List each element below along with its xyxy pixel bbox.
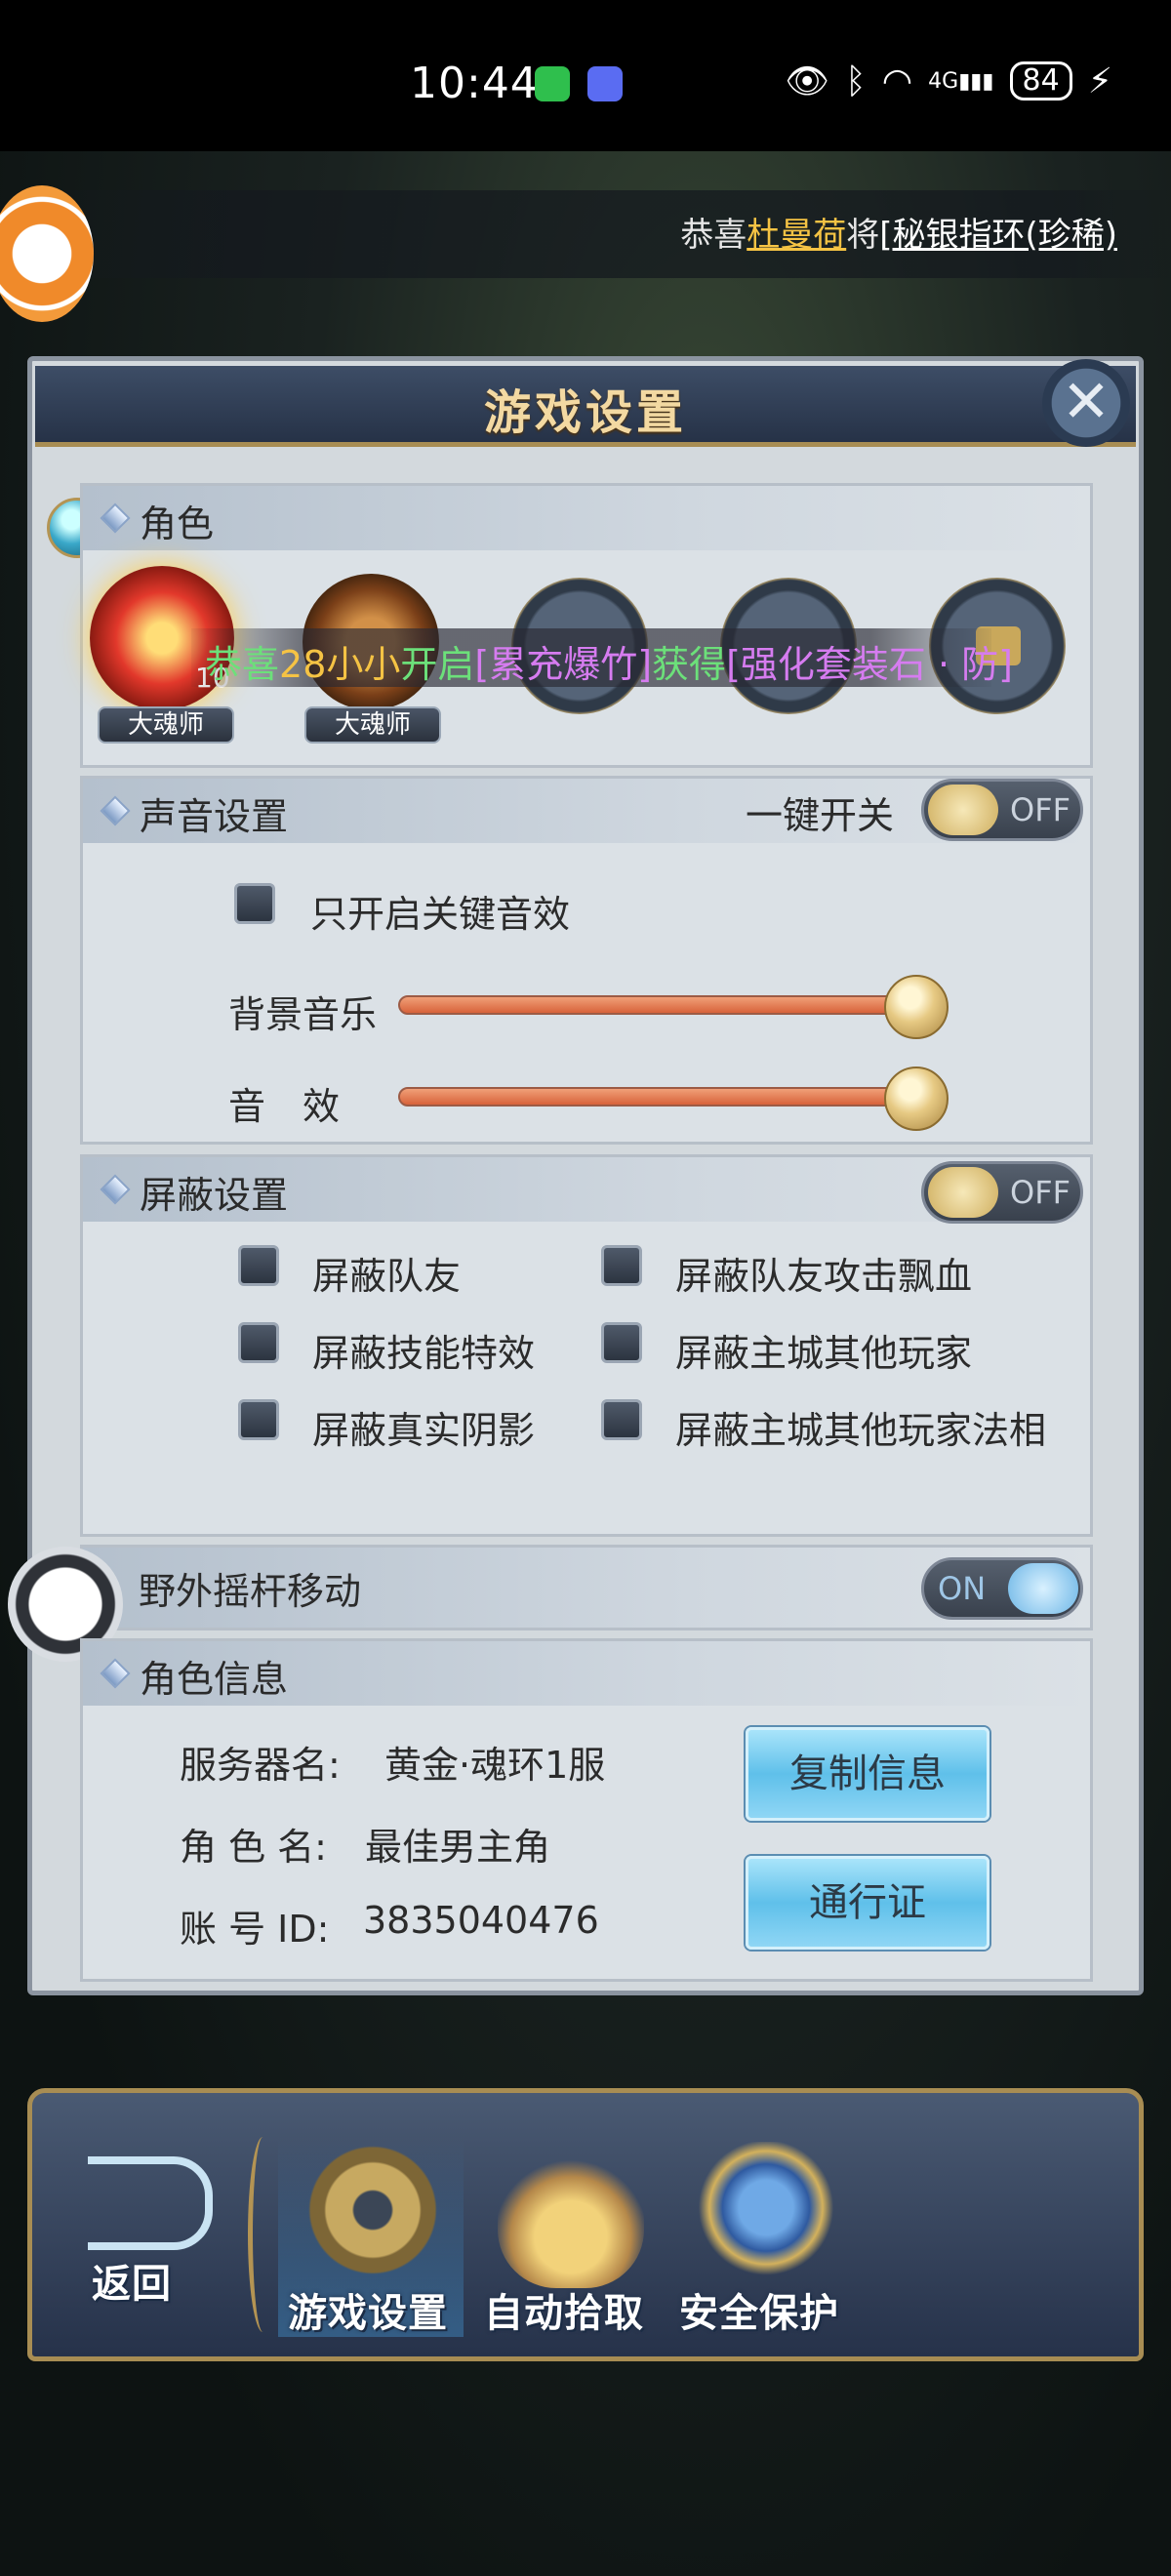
tab-label: 自动拾取 <box>484 2291 644 2336</box>
broadcast-item[interactable]: [强化套装石 · 防] <box>726 643 1013 686</box>
music-icon <box>587 66 623 101</box>
broadcast-item[interactable]: [累充爆竹] <box>474 643 652 686</box>
account-id-value: 3835040476 <box>363 1899 599 1942</box>
key-sound-only-label: 只开启关键音效 <box>310 893 571 936</box>
block-option-checkbox[interactable] <box>238 1322 279 1363</box>
diamond-icon <box>100 503 131 534</box>
block-option-checkbox[interactable] <box>238 1245 279 1286</box>
server-value: 黄金·魂环1服 <box>384 1744 606 1787</box>
broadcast-text: 恭喜 <box>205 643 280 686</box>
battery-indicator: 84 <box>1009 61 1072 101</box>
eye-icon: 👁 <box>785 61 830 101</box>
tab-game-settings[interactable]: 游戏设置 <box>278 2137 464 2337</box>
master-switch-label: 一键开关 <box>746 794 895 837</box>
money-bag-icon <box>498 2142 644 2288</box>
server-label: 服务器名: <box>180 1744 341 1787</box>
bgm-slider-knob[interactable] <box>884 975 949 1039</box>
role-tag: 大魂师 <box>98 706 234 744</box>
tab-auto-pickup[interactable]: 自动拾取 <box>478 2137 664 2337</box>
joystick-toggle[interactable]: ON <box>921 1557 1083 1620</box>
toggle-knob <box>1008 1563 1078 1614</box>
close-button[interactable]: ✕ <box>1042 359 1130 447</box>
tab-label: 游戏设置 <box>288 2291 448 2336</box>
block-option-checkbox[interactable] <box>238 1399 279 1440</box>
broadcast-mid: 将 <box>846 216 880 255</box>
diamond-icon <box>100 1658 131 1689</box>
back-button[interactable]: 返回 <box>59 2137 254 2332</box>
clock: 10:44 <box>410 59 539 108</box>
toggle-state: ON <box>938 1570 987 1607</box>
dialog-title: 游戏设置 <box>483 385 687 440</box>
broadcast-item[interactable]: [秘银指环(珍稀) <box>879 216 1117 255</box>
block-master-toggle[interactable]: OFF <box>921 1161 1083 1224</box>
joystick-label: 野外摇杆移动 <box>139 1570 362 1613</box>
bgm-label: 背景音乐 <box>228 993 378 1036</box>
back-label: 返回 <box>92 2262 172 2307</box>
status-bar: 10:44 👁 ᛒ ◠ 4G▮▮▮ 84 ⚡ <box>0 0 1171 151</box>
copy-info-button[interactable]: 复制信息 <box>746 1727 989 1821</box>
broadcast-player[interactable]: 28小小 <box>279 643 400 686</box>
wifi-icon: ◠ <box>881 60 913 101</box>
wechat-icon <box>535 66 570 101</box>
toggle-state: OFF <box>1010 791 1070 828</box>
4g-signal-icon: 4G▮▮▮ <box>928 68 994 94</box>
sfx-slider-track[interactable] <box>398 1087 945 1107</box>
sound-section-title: 声音设置 <box>140 795 289 838</box>
block-option-label: 屏蔽队友攻击飘血 <box>675 1255 973 1298</box>
account-id-label: 账 号 ID: <box>180 1908 330 1951</box>
block-section-title: 屏蔽设置 <box>140 1174 289 1217</box>
bgm-slider-track[interactable] <box>398 995 945 1015</box>
sfx-label: 音 效 <box>228 1085 341 1128</box>
nav-divider <box>248 2137 278 2332</box>
pass-button[interactable]: 通行证 <box>746 1856 989 1950</box>
dialog-titlebar: 游戏设置 <box>35 366 1136 447</box>
role-name-label: 角 色 名: <box>180 1826 327 1869</box>
status-icons: 👁 ᛒ ◠ 4G▮▮▮ 84 ⚡ <box>785 60 1112 102</box>
block-option-checkbox[interactable] <box>601 1399 642 1440</box>
broadcast-player[interactable]: 杜曼荷 <box>747 216 846 255</box>
gear-icon <box>300 2137 446 2283</box>
broadcast-text: 开启 <box>400 643 475 686</box>
broadcast-prefix: 恭喜 <box>680 216 747 255</box>
block-option-label: 屏蔽真实阴影 <box>312 1409 536 1452</box>
block-option-label: 屏蔽主城其他玩家 <box>675 1332 973 1375</box>
block-option-label: 屏蔽队友 <box>312 1255 462 1298</box>
sfx-slider-knob[interactable] <box>884 1067 949 1131</box>
charging-icon: ⚡ <box>1087 60 1112 101</box>
role-tag: 大魂师 <box>304 706 441 744</box>
diamond-icon <box>100 1174 131 1205</box>
block-option-label: 屏蔽技能特效 <box>312 1332 536 1375</box>
back-arrow-icon <box>88 2156 213 2250</box>
toggle-state: OFF <box>1010 1174 1070 1211</box>
shield-icon <box>693 2142 839 2288</box>
bluetooth-icon: ᛒ <box>845 60 867 101</box>
block-option-checkbox[interactable] <box>601 1245 642 1286</box>
broadcast-bar: 恭喜28小小开启[累充爆竹]获得[强化套装石 · 防] <box>191 628 1013 687</box>
role-section-title: 角色 <box>140 503 215 545</box>
network-type: 4G <box>928 68 959 94</box>
tab-label: 安全保护 <box>679 2291 839 2336</box>
block-option-checkbox[interactable] <box>601 1322 642 1363</box>
broadcast-text: 获得 <box>652 643 727 686</box>
tab-security[interactable]: 安全保护 <box>673 2137 859 2337</box>
info-section-title: 角色信息 <box>140 1658 289 1701</box>
toggle-knob <box>928 1167 998 1218</box>
sound-master-toggle[interactable]: OFF <box>921 779 1083 841</box>
toggle-knob <box>928 785 998 835</box>
diamond-icon <box>100 795 131 826</box>
server-broadcast: 恭喜杜曼荷将[秘银指环(珍稀) <box>0 190 1171 278</box>
close-icon: ✕ <box>1061 368 1111 436</box>
role-name-value: 最佳男主角 <box>365 1826 551 1869</box>
block-option-label: 屏蔽主城其他玩家法相 <box>675 1409 1047 1452</box>
key-sound-only-checkbox[interactable] <box>234 883 275 924</box>
